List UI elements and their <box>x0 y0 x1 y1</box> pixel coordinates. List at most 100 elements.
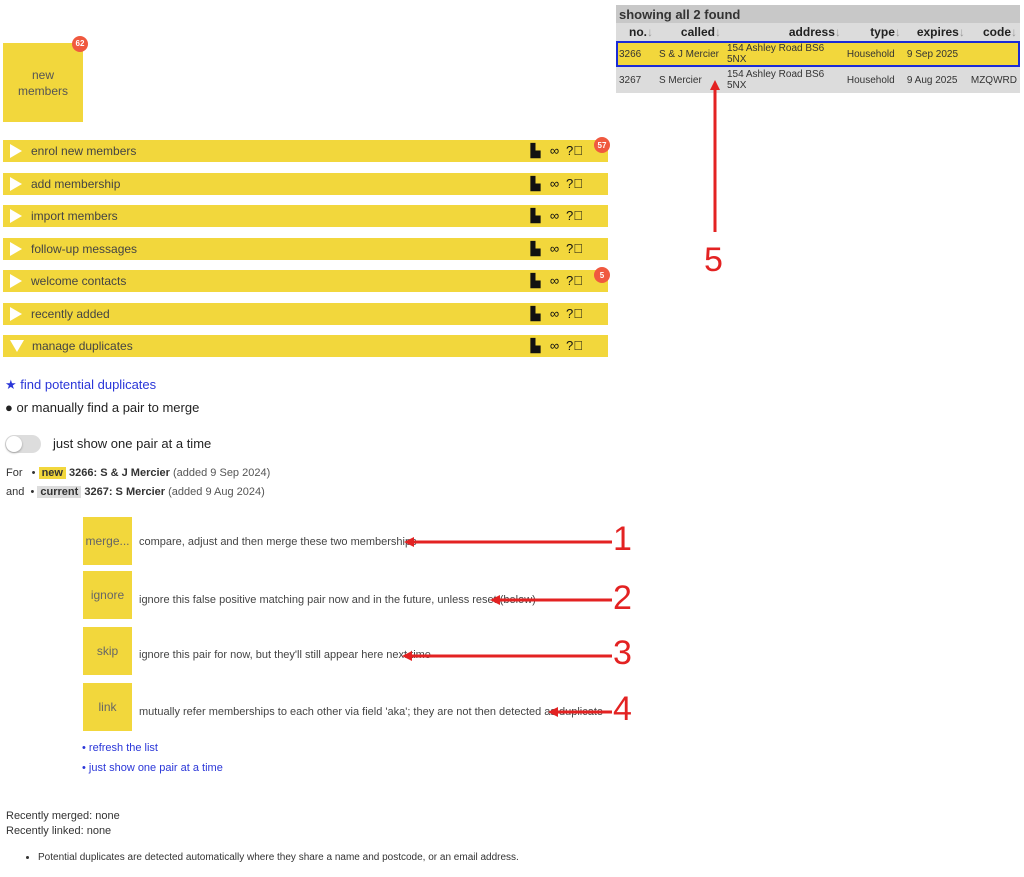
current-added-date: (added 9 Aug 2024) <box>168 486 265 498</box>
tile-label-line1: new <box>31 67 54 82</box>
cell-no: 3266 <box>616 41 656 67</box>
annotation-1: 1 <box>613 520 632 558</box>
skip-button[interactable]: skip <box>83 627 132 675</box>
expand-triangle-icon <box>10 274 22 288</box>
one-pair-toggle-label: just show one pair at a time <box>53 436 212 451</box>
copy-icon[interactable]: ▙ <box>528 241 543 257</box>
menu-badge: 57 <box>594 137 610 153</box>
copy-icon[interactable]: ▙ <box>528 273 543 289</box>
link-icon[interactable]: ∞ <box>547 143 562 159</box>
link-icon[interactable]: ∞ <box>547 338 562 354</box>
current-tag: current <box>37 486 82 498</box>
new-tag: new <box>38 467 66 479</box>
help-icon[interactable]: ?⃝ <box>566 143 583 159</box>
col-header-expires[interactable]: expires↓ <box>903 23 968 41</box>
bullet-icon: ● <box>5 400 13 415</box>
table-row[interactable]: 3267 S Mercier 154 Ashley Road BS6 5NX H… <box>616 67 1020 93</box>
cell-address: 154 Ashley Road BS6 5NX <box>723 41 844 67</box>
col-header-address[interactable]: address↓ <box>723 23 844 41</box>
help-icon[interactable]: ?⃝ <box>566 338 583 354</box>
table-caption: showing all 2 found <box>616 5 1020 23</box>
help-icon[interactable]: ?⃝ <box>566 273 583 289</box>
menu-label: manage duplicates <box>32 339 133 353</box>
ignore-button[interactable]: ignore <box>83 571 132 619</box>
menu-label: import members <box>31 209 118 223</box>
one-pair-toggle[interactable] <box>5 435 41 453</box>
cell-called: S Mercier <box>655 67 724 93</box>
annotation-2: 2 <box>613 579 632 617</box>
merge-description: compare, adjust and then merge these two… <box>139 536 417 548</box>
menu-welcome-contacts[interactable]: welcome contacts ▙ ∞ ?⃝ 5 <box>3 267 610 292</box>
link-icon[interactable]: ∞ <box>547 176 562 192</box>
cell-type: Household <box>843 41 904 67</box>
tile-label-line2: members <box>17 83 68 98</box>
copy-icon[interactable]: ▙ <box>528 143 543 159</box>
current-member-desc[interactable]: 3267: S Mercier <box>84 486 165 498</box>
note-item: Potential duplicates are detected automa… <box>38 852 519 863</box>
find-duplicates-link[interactable]: find potential duplicates <box>20 377 156 392</box>
link-icon[interactable]: ∞ <box>547 241 562 257</box>
menu-follow-up-messages[interactable]: follow-up messages ▙ ∞ ?⃝ <box>3 237 608 260</box>
cell-called: S & J Mercier <box>655 41 724 67</box>
menu-label: recently added <box>31 306 110 321</box>
col-header-type[interactable]: type↓ <box>843 23 904 41</box>
cell-address: 154 Ashley Road BS6 5NX <box>723 67 844 93</box>
menu-add-membership[interactable]: add membership ▙ ∞ ?⃝ <box>3 172 608 195</box>
expand-triangle-icon <box>10 209 22 223</box>
one-pair-link[interactable]: • just show one pair at a time <box>82 762 223 774</box>
members-menu: enrol new members ▙ ∞ ?⃝ 57 add membership… <box>3 137 610 368</box>
annotation-5: 5 <box>704 241 723 279</box>
col-header-called[interactable]: called↓ <box>655 23 724 41</box>
menu-label: enrol new members <box>31 144 137 158</box>
cell-code <box>967 41 1020 67</box>
menu-label: add membership <box>31 176 121 191</box>
link-icon[interactable]: ∞ <box>547 208 562 224</box>
col-header-code[interactable]: code↓ <box>967 23 1020 41</box>
help-icon[interactable]: ?⃝ <box>566 241 583 257</box>
link-icon[interactable]: ∞ <box>547 273 562 289</box>
help-icon[interactable]: ?⃝ <box>566 208 583 224</box>
help-icon[interactable]: ?⃝ <box>566 306 583 322</box>
recently-linked: Recently linked: none <box>6 825 112 837</box>
notes-list: Potential duplicates are detected automa… <box>0 852 519 863</box>
collapse-triangle-icon <box>10 340 24 352</box>
expand-triangle-icon <box>10 144 22 158</box>
menu-manage-duplicates[interactable]: manage duplicates ▙ ∞ ?⃝ <box>3 335 608 357</box>
merge-button[interactable]: merge... <box>83 517 132 565</box>
find-duplicates-option[interactable]: ★ find potential duplicates <box>5 377 156 393</box>
menu-recently-added[interactable]: recently added ▙ ∞ ?⃝ <box>3 302 608 325</box>
manual-merge-text: or manually find a pair to merge <box>16 400 200 415</box>
star-icon: ★ <box>5 377 17 392</box>
link-button[interactable]: link <box>83 683 132 731</box>
col-header-no[interactable]: no.↓ <box>616 23 656 41</box>
toggle-knob <box>6 436 22 452</box>
skip-description: ignore this pair for now, but they'll st… <box>139 649 431 661</box>
cell-no: 3267 <box>616 67 656 93</box>
and-label: and <box>6 486 25 498</box>
help-icon[interactable]: ?⃝ <box>566 176 583 192</box>
new-members-badge: 62 <box>72 36 88 52</box>
for-label: For <box>6 467 23 479</box>
manual-merge-option[interactable]: ● or manually find a pair to merge <box>5 400 199 415</box>
copy-icon[interactable]: ▙ <box>528 176 543 192</box>
menu-label: welcome contacts <box>31 274 127 288</box>
copy-icon[interactable]: ▙ <box>528 306 543 322</box>
refresh-list-link[interactable]: • refresh the list <box>82 742 158 754</box>
annotation-3: 3 <box>613 634 632 672</box>
copy-icon[interactable]: ▙ <box>528 338 543 354</box>
copy-icon[interactable]: ▙ <box>528 208 543 224</box>
duplicates-table: showing all 2 found no.↓ called↓ address… <box>616 5 1020 93</box>
ignore-description: ignore this false positive matching pair… <box>139 594 536 606</box>
new-members-tile[interactable]: new members 62 <box>3 36 88 122</box>
cell-expires: 9 Sep 2025 <box>903 41 968 67</box>
pair-current-line: and • current 3267: S Mercier (added 9 A… <box>6 486 265 498</box>
menu-label: follow-up messages <box>31 241 138 256</box>
new-member-desc[interactable]: 3266: S & J Mercier <box>69 467 170 479</box>
menu-import-members[interactable]: import members ▙ ∞ ?⃝ <box>3 205 608 227</box>
recently-merged: Recently merged: none <box>6 810 120 822</box>
new-added-date: (added 9 Sep 2024) <box>173 467 271 479</box>
cell-code: MZQWRD <box>967 67 1020 93</box>
link-icon[interactable]: ∞ <box>547 306 562 322</box>
menu-enrol-new-members[interactable]: enrol new members ▙ ∞ ?⃝ 57 <box>3 137 610 162</box>
table-row[interactable]: 3266 S & J Mercier 154 Ashley Road BS6 5… <box>616 41 1020 67</box>
